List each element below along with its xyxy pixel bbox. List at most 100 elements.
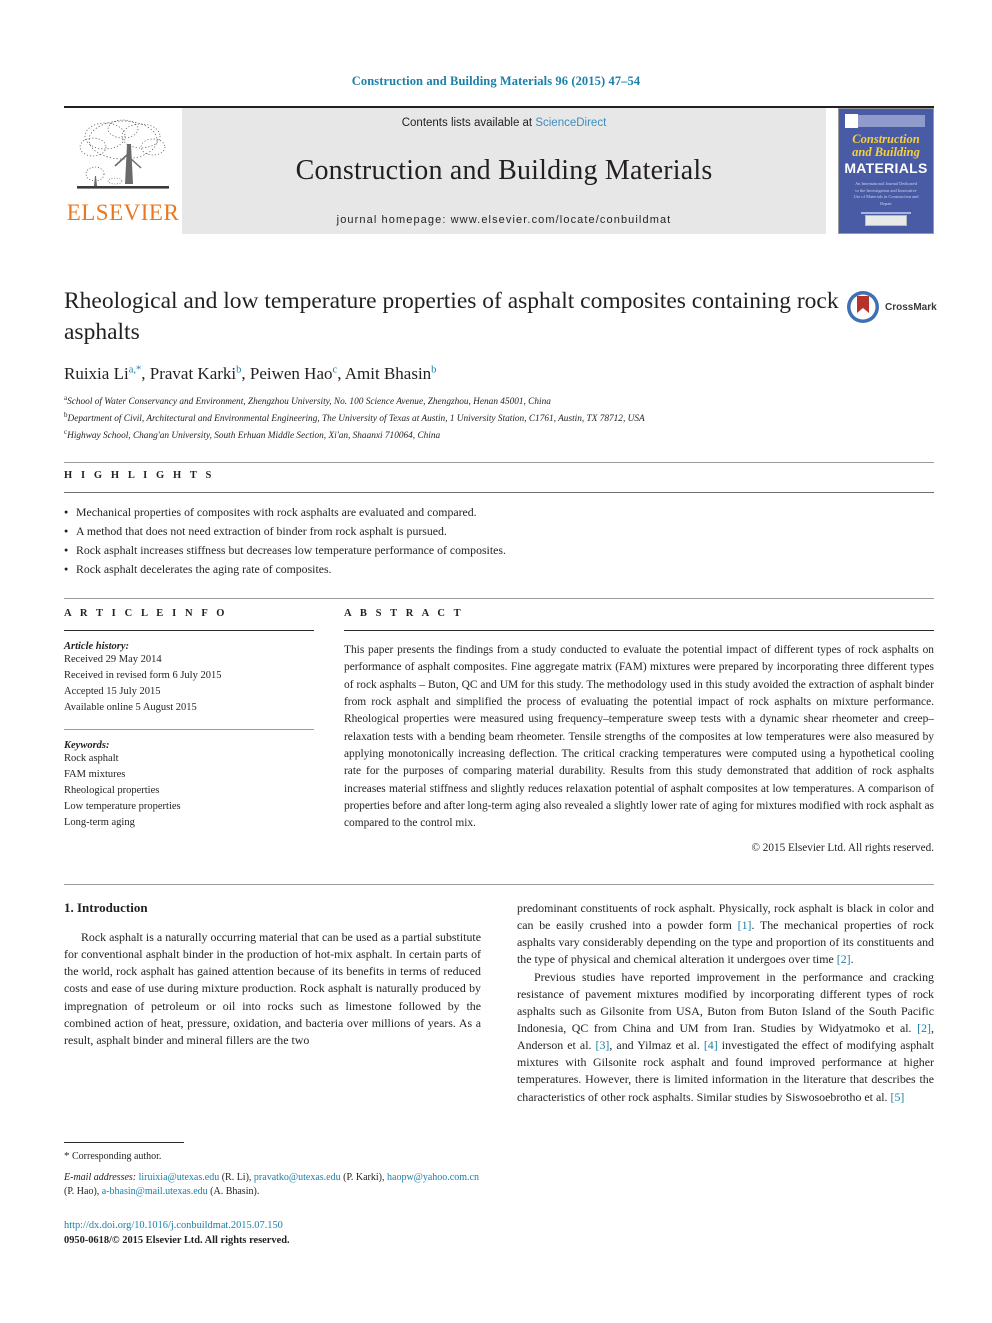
- article-history-label: Article history:: [64, 641, 130, 652]
- corresponding-author-text: Corresponding author.: [72, 1151, 162, 1162]
- email-link[interactable]: a-bhasin@mail.utexas.edu: [102, 1186, 208, 1197]
- elsevier-logo: ELSEVIER: [64, 108, 182, 234]
- journal-cover-thumbnail: Construction and Building MATERIALS An I…: [838, 108, 934, 234]
- highlights-list: Mechanical properties of composites with…: [64, 503, 934, 579]
- article-page: Construction and Building Materials 96 (…: [0, 0, 992, 1323]
- list-item: Mechanical properties of composites with…: [64, 503, 934, 522]
- author-name: Ruixia Li: [64, 364, 129, 384]
- history-accepted: Accepted 15 July 2015: [64, 685, 161, 697]
- email-link[interactable]: pravatko@utexas.edu: [254, 1172, 341, 1183]
- crossmark-badge[interactable]: CrossMark: [846, 290, 937, 324]
- paragraph-text: , and Yilmaz et al.: [609, 1038, 704, 1053]
- author: Peiwen Haoc: [250, 364, 337, 383]
- paragraph: Previous studies have reported improveme…: [517, 969, 934, 1106]
- citation-ref[interactable]: [3]: [596, 1038, 610, 1052]
- email-owner: (P. Hao): [64, 1186, 97, 1198]
- keyword: Low temperature properties: [64, 800, 181, 812]
- title-block: Rheological and low temperature properti…: [64, 286, 854, 443]
- citation-ref[interactable]: [2]: [837, 952, 851, 966]
- email-link[interactable]: haopw@yahoo.com.cn: [387, 1172, 479, 1183]
- page-title: Rheological and low temperature properti…: [64, 288, 839, 345]
- email-label: E-mail addresses:: [64, 1171, 137, 1183]
- paragraph-text: Previous studies have reported improveme…: [517, 969, 934, 1035]
- affiliation-text: School of Water Conservancy and Environm…: [67, 397, 551, 408]
- keyword: Rheological properties: [64, 784, 160, 796]
- section-heading-introduction: 1. Introduction: [64, 900, 148, 915]
- copyright-line: © 2015 Elsevier Ltd. All rights reserved…: [751, 841, 935, 854]
- highlights-heading: H I G H L I G H T S: [64, 470, 215, 481]
- affiliation: bDepartment of Civil, Architectural and …: [64, 410, 854, 427]
- author: Pravat Karkib: [150, 364, 242, 383]
- crossmark-icon: [847, 291, 879, 323]
- author-name: Peiwen Hao: [249, 364, 333, 384]
- keyword: Rock asphalt: [64, 752, 119, 764]
- email-addresses-line: E-mail addresses: liruixia@utexas.edu (R…: [64, 1171, 479, 1198]
- author-affil-mark: c: [332, 364, 338, 376]
- body-columns: 1. Introduction Rock asphalt is a natura…: [64, 900, 934, 1106]
- abstract-text: This paper presents the findings from a …: [344, 644, 934, 830]
- journal-band: Contents lists available at ScienceDirec…: [182, 108, 826, 234]
- elsevier-wordmark: ELSEVIER: [66, 200, 180, 225]
- affiliation: cHighway School, Chang'an University, So…: [64, 427, 854, 444]
- affiliation-list: aSchool of Water Conservancy and Environ…: [64, 393, 854, 443]
- author-list: Ruixia Lia,*, Pravat Karkib, Peiwen Haoc…: [64, 364, 437, 384]
- abstract-top-rule: [64, 598, 934, 599]
- highlights-top-rule: [64, 462, 934, 463]
- history-received: Received 29 May 2014: [64, 654, 162, 665]
- contents-available-line: Contents lists available at ScienceDirec…: [402, 117, 607, 129]
- author-affil-mark: b: [236, 364, 242, 376]
- corresponding-author-note: * Corresponding author.: [64, 1149, 481, 1165]
- citation-ref[interactable]: [5]: [890, 1090, 904, 1104]
- article-info-heading: A R T I C L E I N F O: [64, 608, 228, 619]
- asterisk-icon: *: [64, 1150, 70, 1162]
- keywords-label: Keywords:: [64, 739, 110, 751]
- list-item: Rock asphalt increases stiffness but dec…: [64, 541, 934, 560]
- affiliation-text: Department of Civil, Architectural and E…: [67, 413, 645, 424]
- journal-homepage-link[interactable]: journal homepage: www.elsevier.com/locat…: [337, 214, 672, 226]
- list-item: A method that does not need extraction o…: [64, 522, 934, 541]
- paragraph: Rock asphalt is a naturally occurring ma…: [64, 930, 481, 1047]
- author: Amit Bhasinb: [345, 364, 437, 383]
- citation-ref[interactable]: [2]: [917, 1021, 931, 1035]
- abstract-heading: A B S T R A C T: [344, 608, 464, 619]
- list-item: Rock asphalt decelerates the aging rate …: [64, 560, 934, 579]
- contents-prefix: Contents lists available at: [401, 117, 536, 129]
- article-info-column: A R T I C L E I N F O Article history: R…: [64, 608, 314, 854]
- running-head: Construction and Building Materials 96 (…: [351, 74, 641, 88]
- author-name: Pravat Karki: [149, 364, 237, 384]
- abstract-rule: [344, 630, 934, 631]
- journal-title: Construction and Building Materials: [295, 154, 713, 186]
- highlights-section: H I G H L I G H T S Mechanical propertie…: [64, 470, 934, 579]
- keyword: FAM mixtures: [64, 768, 126, 780]
- email-link[interactable]: liruixia@utexas.edu: [139, 1172, 220, 1183]
- history-online: Available online 5 August 2015: [64, 701, 197, 713]
- footer-doi-block: http://dx.doi.org/10.1016/j.conbuildmat.…: [64, 1218, 564, 1249]
- footnote-rule: [64, 1142, 184, 1143]
- column-right: predominant constituents of rock asphalt…: [517, 900, 934, 1106]
- history-revised: Received in revised form 6 July 2015: [64, 669, 222, 681]
- citation-ref[interactable]: [1]: [738, 918, 752, 932]
- keywords-rule: [64, 728, 314, 730]
- paragraph-text: .: [850, 952, 854, 967]
- keyword: Long-term aging: [64, 816, 135, 828]
- email-owner: (A. Bhasin): [210, 1186, 257, 1198]
- email-owner: (R. Li): [221, 1171, 249, 1183]
- author-name: Amit Bhasin: [344, 364, 432, 384]
- crossmark-label: CrossMark: [885, 301, 937, 313]
- author-affil-mark: a,*: [128, 364, 142, 376]
- journal-masthead: ELSEVIER Contents lists available at Sci…: [64, 106, 934, 234]
- sciencedirect-link[interactable]: ScienceDirect: [535, 117, 606, 129]
- abstract-column: A B S T R A C T This paper presents the …: [344, 608, 934, 854]
- column-left: 1. Introduction Rock asphalt is a natura…: [64, 900, 481, 1106]
- cover-blurb: An International Journal Dedicated to th…: [853, 181, 919, 206]
- citation-ref[interactable]: [4]: [704, 1038, 718, 1052]
- cover-line-3: MATERIALS: [844, 160, 928, 176]
- info-abstract-section: A R T I C L E I N F O Article history: R…: [64, 608, 934, 854]
- affiliation: aSchool of Water Conservancy and Environ…: [64, 393, 854, 410]
- highlights-rule: [64, 492, 934, 493]
- article-info-rule: [64, 630, 314, 631]
- doi-link[interactable]: http://dx.doi.org/10.1016/j.conbuildmat.…: [64, 1218, 564, 1233]
- author: Ruixia Lia,*: [64, 364, 141, 383]
- author-affil-mark: b: [431, 364, 437, 376]
- paragraph: predominant constituents of rock asphalt…: [517, 900, 934, 969]
